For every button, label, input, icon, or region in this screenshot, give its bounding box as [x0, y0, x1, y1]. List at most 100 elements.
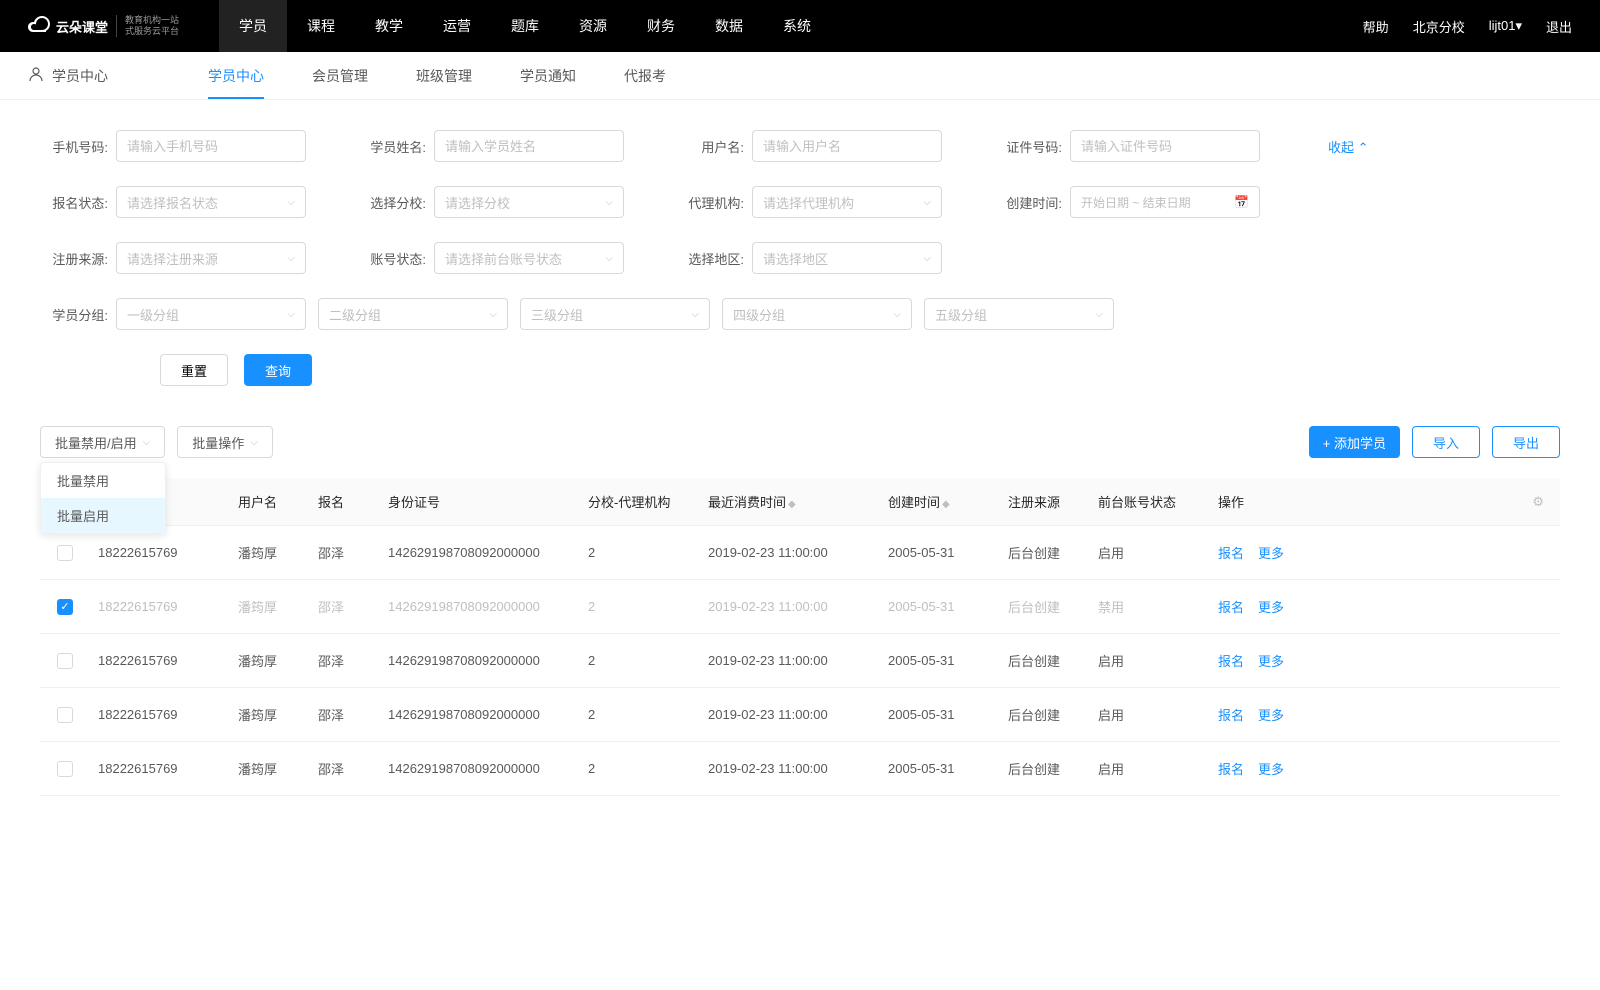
table-row: 18222615769潘筠厚邵泽142629198708092000000220… — [40, 742, 1560, 796]
cell-source: 后台创建 — [1000, 705, 1090, 724]
add-student-button[interactable]: + 添加学员 — [1309, 426, 1400, 458]
enroll-link[interactable]: 报名 — [1218, 546, 1244, 561]
export-button[interactable]: 导出 — [1492, 426, 1560, 458]
source-column[interactable]: 注册来源 — [1000, 492, 1090, 511]
group-select-3[interactable]: 四级分组⌵ — [722, 298, 912, 330]
filter-group: 用户名: — [676, 130, 942, 162]
bulk-disable-item[interactable]: 批量禁用 — [41, 463, 165, 498]
cell-id: 142629198708092000000 — [380, 761, 580, 776]
nav-item-3[interactable]: 运营 — [423, 0, 491, 52]
logo[interactable]: 云朵课堂 教育机构一站式服务云平台 — [28, 15, 179, 37]
branch-column[interactable]: 分校-代理机构 — [580, 492, 700, 511]
nav-item-5[interactable]: 资源 — [559, 0, 627, 52]
date-range-picker[interactable]: 开始日期 ~ 结束日期📅 — [1070, 186, 1260, 218]
cell-consume: 2019-02-23 11:00:00 — [700, 599, 880, 614]
cell-consume: 2019-02-23 11:00:00 — [700, 653, 880, 668]
group-select-4[interactable]: 五级分组⌵ — [924, 298, 1114, 330]
chevron-down-icon: ⌵ — [691, 309, 699, 320]
row-checkbox[interactable]: ✓ — [57, 599, 73, 615]
bulk-action-dropdown[interactable]: 批量操作⌵ — [177, 426, 273, 458]
create-column[interactable]: 创建时间◆ — [880, 492, 1000, 511]
filter-select[interactable]: 请选择报名状态⌵ — [116, 186, 306, 218]
filter-input[interactable] — [116, 130, 306, 162]
filter-input[interactable] — [434, 130, 624, 162]
chevron-down-icon: ⌵ — [1095, 309, 1103, 320]
filter-select[interactable]: 请选择前台账号状态⌵ — [434, 242, 624, 274]
row-checkbox[interactable] — [57, 707, 73, 723]
nav-items: 学员课程教学运营题库资源财务数据系统 — [219, 0, 831, 52]
row-checkbox[interactable] — [57, 761, 73, 777]
table-row: 18222615769潘筠厚邵泽142629198708092000000220… — [40, 526, 1560, 580]
branch-selector[interactable]: 北京分校 — [1413, 17, 1465, 36]
status-column[interactable]: 前台账号状态 — [1090, 492, 1210, 511]
more-link[interactable]: 更多 — [1258, 708, 1284, 723]
cell-phone: 18222615769 — [90, 707, 230, 722]
table-row: 18222615769潘筠厚邵泽142629198708092000000220… — [40, 688, 1560, 742]
help-link[interactable]: 帮助 — [1363, 17, 1389, 36]
student-table: 用户名 报名 身份证号 分校-代理机构 最近消费时间◆ 创建时间◆ 注册来源 前… — [40, 478, 1560, 796]
more-link[interactable]: 更多 — [1258, 654, 1284, 669]
toolbar: 批量禁用/启用⌵ 批量操作⌵ 批量禁用 批量启用 + 添加学员 导入 导出 — [0, 406, 1600, 458]
user-menu[interactable]: lijt01▾ — [1489, 18, 1522, 34]
enroll-link[interactable]: 报名 — [1218, 654, 1244, 669]
cell-source: 后台创建 — [1000, 651, 1090, 670]
sub-nav-item-0[interactable]: 学员中心 — [208, 52, 264, 99]
gear-icon[interactable]: ⚙ — [1330, 494, 1560, 510]
group-select-0[interactable]: 一级分组⌵ — [116, 298, 306, 330]
enroll-link[interactable]: 报名 — [1218, 600, 1244, 615]
filter-select[interactable]: 请选择分校⌵ — [434, 186, 624, 218]
row-checkbox[interactable] — [57, 545, 73, 561]
sub-nav-item-4[interactable]: 代报考 — [624, 52, 666, 99]
bulk-enable-item[interactable]: 批量启用 — [41, 498, 165, 533]
filter-input[interactable] — [1070, 130, 1260, 162]
cell-username: 潘筠厚 — [230, 759, 310, 778]
chevron-down-icon: ⌵ — [287, 197, 295, 208]
more-link[interactable]: 更多 — [1258, 600, 1284, 615]
cell-action: 报名更多 — [1210, 705, 1330, 724]
import-button[interactable]: 导入 — [1412, 426, 1480, 458]
more-link[interactable]: 更多 — [1258, 762, 1284, 777]
toolbar-left: 批量禁用/启用⌵ 批量操作⌵ 批量禁用 批量启用 — [40, 426, 273, 458]
sub-nav-item-3[interactable]: 学员通知 — [520, 52, 576, 99]
nav-item-1[interactable]: 课程 — [287, 0, 355, 52]
filter-select[interactable]: 请选择注册来源⌵ — [116, 242, 306, 274]
filter-select[interactable]: 请选择地区⌵ — [752, 242, 942, 274]
nav-item-7[interactable]: 数据 — [695, 0, 763, 52]
chevron-down-icon: ⌵ — [250, 437, 258, 448]
filter-select[interactable]: 请选择代理机构⌵ — [752, 186, 942, 218]
logout-link[interactable]: 退出 — [1546, 17, 1572, 36]
id-column[interactable]: 身份证号 — [380, 492, 580, 511]
group-select-2[interactable]: 三级分组⌵ — [520, 298, 710, 330]
more-link[interactable]: 更多 — [1258, 546, 1284, 561]
nav-item-0[interactable]: 学员 — [219, 0, 287, 52]
cell-branch: 2 — [580, 599, 700, 614]
consume-column[interactable]: 最近消费时间◆ — [700, 492, 880, 511]
cloud-icon — [28, 16, 50, 37]
filter-input[interactable] — [752, 130, 942, 162]
cell-source: 后台创建 — [1000, 759, 1090, 778]
reset-button[interactable]: 重置 — [160, 354, 228, 386]
cell-branch: 2 — [580, 545, 700, 560]
nav-item-4[interactable]: 题库 — [491, 0, 559, 52]
group-select-1[interactable]: 二级分组⌵ — [318, 298, 508, 330]
enroll-column[interactable]: 报名 — [310, 492, 380, 511]
filter-group: 代理机构:请选择代理机构⌵ — [676, 186, 942, 218]
sub-nav-item-1[interactable]: 会员管理 — [312, 52, 368, 99]
filter-label: 账号状态: — [358, 249, 426, 268]
nav-item-6[interactable]: 财务 — [627, 0, 695, 52]
filter-group: 账号状态: 请选择前台账号状态⌵ — [358, 242, 624, 274]
nav-item-8[interactable]: 系统 — [763, 0, 831, 52]
filter-label: 手机号码: — [40, 137, 108, 156]
table-row: 18222615769潘筠厚邵泽142629198708092000000220… — [40, 634, 1560, 688]
row-checkbox[interactable] — [57, 653, 73, 669]
enroll-link[interactable]: 报名 — [1218, 762, 1244, 777]
cell-status: 禁用 — [1090, 597, 1210, 616]
enroll-link[interactable]: 报名 — [1218, 708, 1244, 723]
chevron-down-icon: ⌵ — [605, 197, 613, 208]
collapse-link[interactable]: 收起 ⌃ — [1328, 137, 1369, 156]
username-column[interactable]: 用户名 — [230, 492, 310, 511]
bulk-toggle-dropdown[interactable]: 批量禁用/启用⌵ — [40, 426, 165, 458]
nav-item-2[interactable]: 教学 — [355, 0, 423, 52]
search-button[interactable]: 查询 — [244, 354, 312, 386]
sub-nav-item-2[interactable]: 班级管理 — [416, 52, 472, 99]
